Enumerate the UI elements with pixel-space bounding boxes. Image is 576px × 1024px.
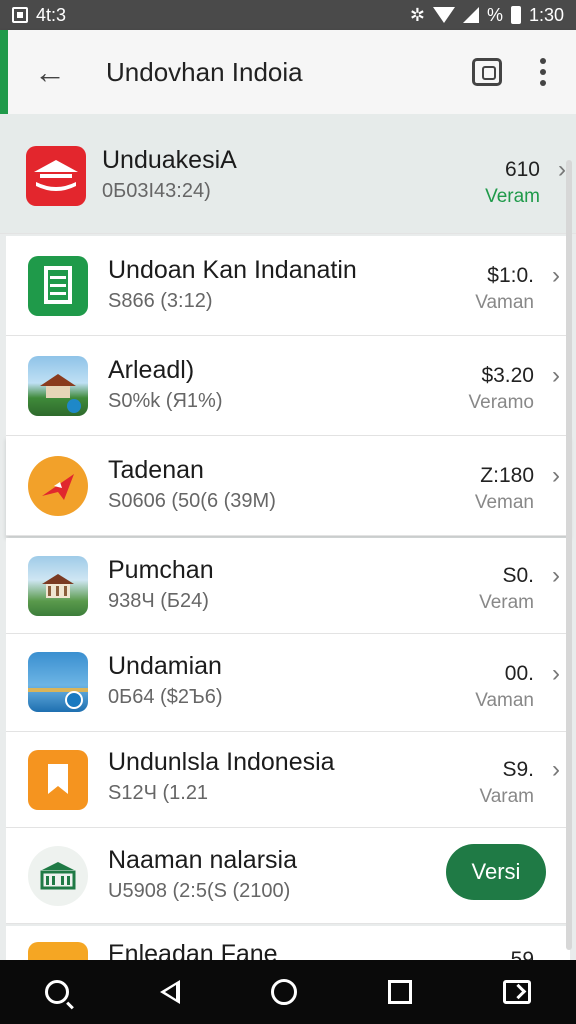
app-meta: S0606 (50(6 (39M) [108,490,276,512]
app-name: Arleadl) [108,356,195,384]
wifi-icon [432,7,455,23]
list-item[interactable]: Arleadl) S0%k (Я1%) $3.20 Veramo › [6,336,570,436]
nav-back-icon[interactable] [160,980,181,1004]
app-meta: S12Ч (1.21 [108,782,209,804]
battery-percent: % [486,4,503,25]
bookmark-app-icon [28,750,88,810]
status-time: 1:30 [528,4,564,25]
app-price: S0. [502,564,534,587]
search-icon[interactable] [45,980,70,1004]
app-meta: 938Ч (Б24) [108,590,209,612]
list-item[interactable]: Enleadan Fane 59 [6,926,570,960]
battery-icon [510,6,521,24]
versi-button[interactable]: Versi [446,844,546,900]
status-bar: 4t:3 ✲ % 1:30 [0,0,576,30]
app-name: Tadenan [108,456,204,484]
app-version: Veram [479,592,534,613]
chevron-right-icon: › [552,756,560,783]
app-meta: 0Б64 ($2Ъ6) [108,686,223,708]
app-price: Z:180 [480,464,534,487]
app-name: Undamian [108,652,222,680]
navigation-bar [0,960,576,1024]
house-photo-icon [28,556,88,616]
app-price: 00. [504,662,534,685]
app-version: Veram [485,186,540,207]
list-item[interactable]: Pumchan 938Ч (Б24) S0. Veram › [6,538,570,634]
alarm-icon: ✲ [409,4,425,25]
scrollbar[interactable] [566,160,572,950]
app-price: $1:0. [487,264,534,287]
status-left-text: 4t:3 [36,4,67,25]
app-name: Undoan Kan Indanatin [108,256,357,284]
app-version: Vaman [475,690,534,711]
page-title: Undovhan Indoia [106,56,303,87]
app-price: S9. [502,758,534,781]
app-version: Varam [479,786,534,807]
app-bar: ← Undovhan Indoia [0,30,576,114]
chevron-right-icon: › [558,156,566,183]
app-version: Veramo [468,392,534,413]
app-name: Enleadan Fane [108,940,278,960]
list-item[interactable]: UnduakesiA 0Б03І43:24) 610 Veram › [0,114,576,234]
app-name: UnduakesiA [102,146,237,174]
chevron-right-icon: › [552,660,560,687]
signal-icon [462,7,479,23]
app-meta: U5908 (2:5(Ѕ (2100) [108,880,291,902]
app-meta: S0%k (Я1%) [108,390,223,412]
app-meta: S866 (3:12) [108,290,213,312]
back-arrow-icon[interactable]: ← [24,46,76,98]
orange-app-icon [28,942,88,960]
list-item[interactable]: Undamian 0Б64 ($2Ъ6) 00. Vaman › [6,634,570,732]
recent-apps-icon[interactable] [387,980,412,1004]
app-name: Naaman nalarsia [108,846,297,874]
list-item[interactable]: Naaman nalarsia U5908 (2:5(Ѕ (2100) Vers… [6,828,570,924]
chevron-right-icon: › [552,362,560,389]
harbor-photo-icon [28,652,88,712]
chevron-right-icon: › [552,562,560,589]
app-name: Undunlsla Indonesia [108,748,335,776]
chevron-right-icon: › [552,262,560,289]
pagoda-app-icon [26,146,86,206]
chevron-right-icon: › [552,462,560,489]
app-price: $3.20 [481,364,534,387]
app-price: 610 [504,158,540,181]
app-name: Pumchan [108,556,214,584]
app-price: 59 [510,948,534,960]
document-app-icon [28,256,88,316]
screenshot-icon[interactable] [472,58,502,86]
list-item[interactable]: Undoan Kan Indanatin S866 (3:12) $1:0. V… [6,236,570,336]
app-version: Veman [474,492,534,513]
rotate-screen-icon[interactable] [502,980,531,1004]
notification-icon [12,7,28,23]
more-options-icon[interactable] [538,58,548,86]
plane-app-icon [28,456,88,516]
temple-photo-icon [28,356,88,416]
home-icon[interactable] [270,979,297,1005]
list-item[interactable]: Undunlsla Indonesia S12Ч (1.21 S9. Varam… [6,732,570,828]
app-version: Vaman [475,292,534,313]
app-meta: 0Б03І43:24) [102,180,211,202]
building-app-icon [28,846,88,906]
app-list: UnduakesiA 0Б03І43:24) 610 Veram › Undoa… [0,114,576,960]
list-item[interactable]: Tadenan S0606 (50(6 (39M) Z:180 Veman › [6,436,570,536]
